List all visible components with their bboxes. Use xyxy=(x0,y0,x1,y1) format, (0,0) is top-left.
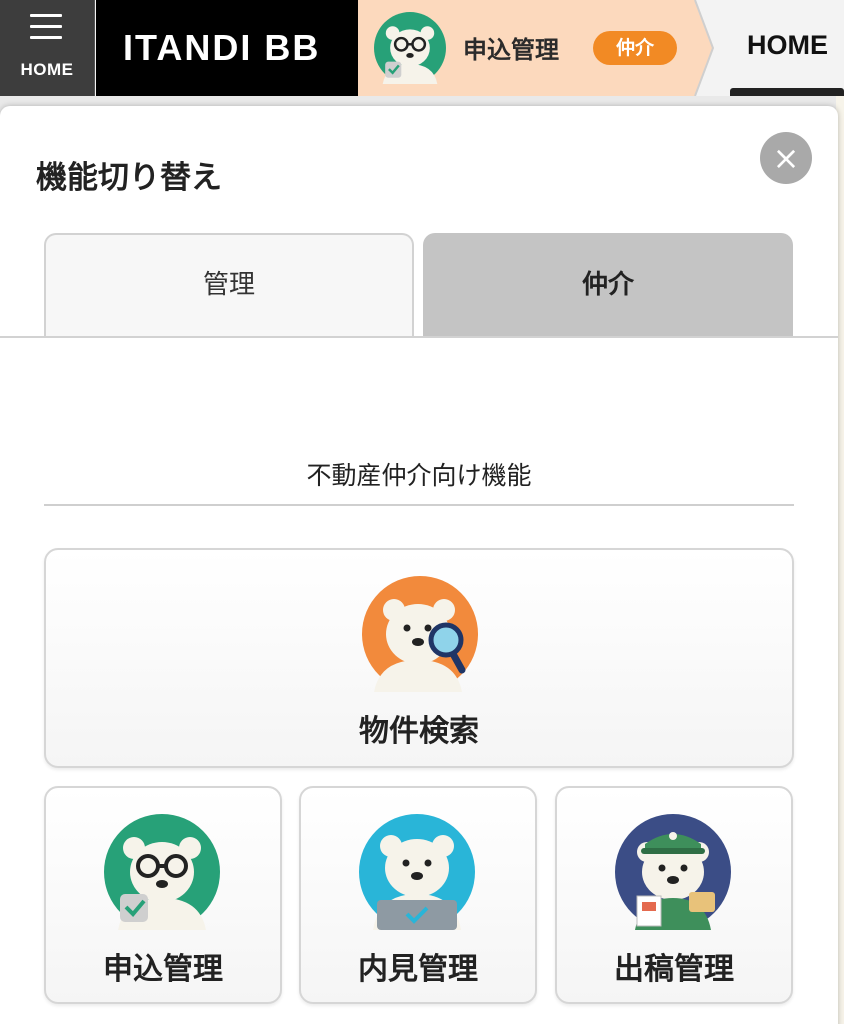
bear-postman-icon xyxy=(615,814,731,930)
bear-magnifier-icon xyxy=(362,576,478,692)
tab-management[interactable]: 管理 xyxy=(44,233,414,337)
top-bar: HOME ITANDI BB 申込管理 仲介 HOME xyxy=(0,0,844,96)
breadcrumb-home-link[interactable]: HOME xyxy=(747,30,828,61)
breadcrumb-badge: 仲介 xyxy=(593,31,677,65)
close-icon: × xyxy=(772,139,800,177)
breadcrumb-title: 申込管理 xyxy=(463,36,559,64)
section-divider xyxy=(44,504,794,506)
feature-card-application[interactable]: 申込管理 xyxy=(44,786,282,1004)
modal-title: 機能切り替え xyxy=(36,160,222,196)
feature-label: 申込管理 xyxy=(103,952,223,987)
feature-label: 出稿管理 xyxy=(614,952,734,987)
tab-brokerage[interactable]: 仲介 xyxy=(423,233,793,337)
hamburger-icon xyxy=(30,14,62,40)
menu-button[interactable]: HOME xyxy=(0,0,95,96)
feature-label: 内見管理 xyxy=(358,952,478,987)
feature-card-viewing[interactable]: 内見管理 xyxy=(299,786,537,1004)
brand-logo[interactable]: ITANDI BB xyxy=(96,0,358,96)
close-button[interactable]: × xyxy=(760,132,812,184)
home-button-edge xyxy=(730,88,844,96)
feature-switch-modal: 機能切り替え × 管理 仲介 不動産仲介向け機能 物件検索 申込管理 内見管理 … xyxy=(0,106,838,1024)
bear-glasses-icon xyxy=(104,814,220,930)
feature-card-listing[interactable]: 出稿管理 xyxy=(555,786,793,1004)
bear-laptop-icon xyxy=(359,814,475,930)
bear-glasses-icon xyxy=(374,12,446,84)
feature-label: 物件検索 xyxy=(359,714,479,749)
feature-card-property-search[interactable]: 物件検索 xyxy=(44,548,794,768)
breadcrumb-arrow-icon xyxy=(692,0,714,96)
tab-divider xyxy=(0,336,838,338)
section-title: 不動産仲介向け機能 xyxy=(306,461,532,490)
menu-label: HOME xyxy=(20,60,74,79)
